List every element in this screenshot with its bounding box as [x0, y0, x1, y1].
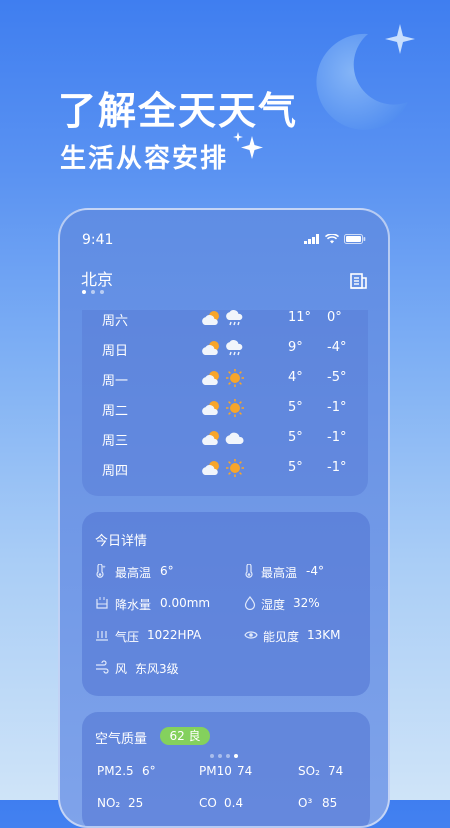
co-value: 0.4	[224, 796, 244, 810]
pm25-label: PM2.5	[97, 764, 134, 778]
signal-icon	[304, 234, 319, 244]
page-dot	[91, 290, 95, 294]
so2-label: SO₂	[298, 764, 320, 778]
precip-label: 降水量	[115, 598, 152, 612]
max-temp-label: 最高温	[115, 566, 152, 580]
pm10-value: 74	[237, 764, 253, 778]
air-title: 空气质量	[95, 732, 148, 747]
eye-icon	[244, 631, 258, 639]
partly-cloudy-icon	[200, 338, 222, 362]
forecast-day: 周二	[102, 404, 129, 419]
page-dot-active	[234, 754, 238, 758]
forecast-day: 周六	[102, 314, 129, 329]
page-dot-active	[82, 290, 86, 294]
o3-label: O³	[298, 796, 313, 810]
forecast-high: 5°	[288, 400, 303, 415]
forecast-day: 周四	[102, 464, 129, 479]
news-icon[interactable]	[350, 272, 368, 290]
promo-headline: 了解全天天气	[58, 89, 299, 133]
sun-icon	[224, 458, 246, 482]
status-icons	[304, 234, 366, 244]
page-dot	[210, 754, 214, 758]
forecast-list[interactable]: 周六 11° 0° 周日 9° -4° 周一 4° -5° 周二 5° -1° 周三 5° -1° 周四 5° -…	[82, 310, 368, 496]
air-page-indicator	[210, 754, 238, 758]
wifi-icon	[325, 234, 339, 244]
partly-cloudy-icon	[200, 398, 222, 422]
pressure-value: 1022HPA	[147, 628, 202, 642]
forecast-row: 周三 5° -1°	[82, 428, 368, 450]
no2-label: NO₂	[97, 796, 121, 810]
sun-icon	[224, 398, 246, 422]
page-dot	[218, 754, 222, 758]
location-page-indicator	[82, 290, 104, 294]
details-title: 今日详情	[95, 534, 148, 549]
wind-icon	[96, 660, 109, 674]
promo-subline: 生活从容安排	[60, 144, 229, 174]
forecast-low: -4°	[327, 340, 347, 355]
status-time: 9:41	[82, 232, 114, 248]
battery-icon	[344, 234, 366, 244]
forecast-row: 周一 4° -5°	[82, 368, 368, 390]
cloud-icon	[224, 428, 246, 452]
thermometer-icon	[96, 564, 106, 578]
partly-cloudy-icon	[200, 428, 222, 452]
pm25-value: 6°	[142, 764, 156, 778]
partly-cloudy-icon	[200, 308, 222, 332]
humidity-value: 32%	[293, 596, 320, 610]
water-drop-icon	[244, 596, 256, 610]
status-bar: 9:41	[60, 210, 388, 248]
partly-cloudy-icon	[200, 368, 222, 392]
wind-value: 东风3级	[135, 662, 179, 676]
so2-value: 74	[328, 764, 344, 778]
city-name[interactable]: 北京	[81, 266, 113, 290]
forecast-low: -1°	[327, 400, 347, 415]
min-temp-label: 最高温	[261, 566, 298, 580]
pm10-label: PM10	[199, 764, 232, 778]
min-temp-value: -4°	[306, 564, 324, 578]
thermometer-icon	[245, 564, 253, 578]
phone-screen: 9:41 北京 周六 11° 0° 周日 9° -4° 周一 4° -5° 周二…	[58, 208, 390, 828]
page-dot	[226, 754, 230, 758]
max-temp-value: 6°	[160, 564, 174, 578]
forecast-low: -1°	[327, 460, 347, 475]
forecast-day: 周日	[102, 344, 129, 359]
forecast-high: 4°	[288, 370, 303, 385]
humidity-label: 湿度	[261, 598, 286, 612]
forecast-low: -1°	[327, 430, 347, 445]
forecast-high: 9°	[288, 340, 303, 355]
aqi-badge: 62 良	[160, 727, 210, 745]
forecast-high: 11°	[288, 310, 312, 325]
rain-gauge-icon	[96, 597, 108, 609]
rain-cloud-icon	[224, 308, 246, 332]
rain-cloud-icon	[224, 338, 246, 362]
page-dot	[100, 290, 104, 294]
forecast-row: 周日 9° -4°	[82, 338, 368, 360]
partly-cloudy-icon	[200, 458, 222, 482]
today-details-card: 今日详情 最高温 6° 最高温 -4° 降水量 0.00mm 湿度 32% 气压…	[82, 512, 370, 696]
o3-value: 85	[322, 796, 338, 810]
moon-star-decoration	[316, 24, 415, 130]
sun-icon	[224, 368, 246, 392]
forecast-day: 周一	[102, 374, 129, 389]
forecast-row: 周六 11° 0°	[82, 308, 368, 330]
forecast-low: -5°	[327, 370, 347, 385]
sparkle-icon	[233, 132, 263, 159]
pressure-icon	[96, 631, 108, 641]
wind-label: 风	[115, 662, 128, 676]
forecast-low: 0°	[327, 310, 342, 325]
forecast-row: 周二 5° -1°	[82, 398, 368, 420]
co-label: CO	[199, 796, 217, 810]
forecast-high: 5°	[288, 430, 303, 445]
pressure-label: 气压	[115, 630, 140, 644]
air-quality-card[interactable]: 空气质量 62 良 PM2.5 6° PM10 74 SO₂ 74 NO₂ 25…	[82, 712, 370, 826]
visibility-label: 能见度	[263, 630, 300, 644]
no2-value: 25	[128, 796, 144, 810]
forecast-day: 周三	[102, 434, 129, 449]
forecast-row: 周四 5° -1°	[82, 458, 368, 480]
precip-value: 0.00mm	[160, 596, 211, 610]
visibility-value: 13KM	[307, 628, 341, 642]
forecast-high: 5°	[288, 460, 303, 475]
